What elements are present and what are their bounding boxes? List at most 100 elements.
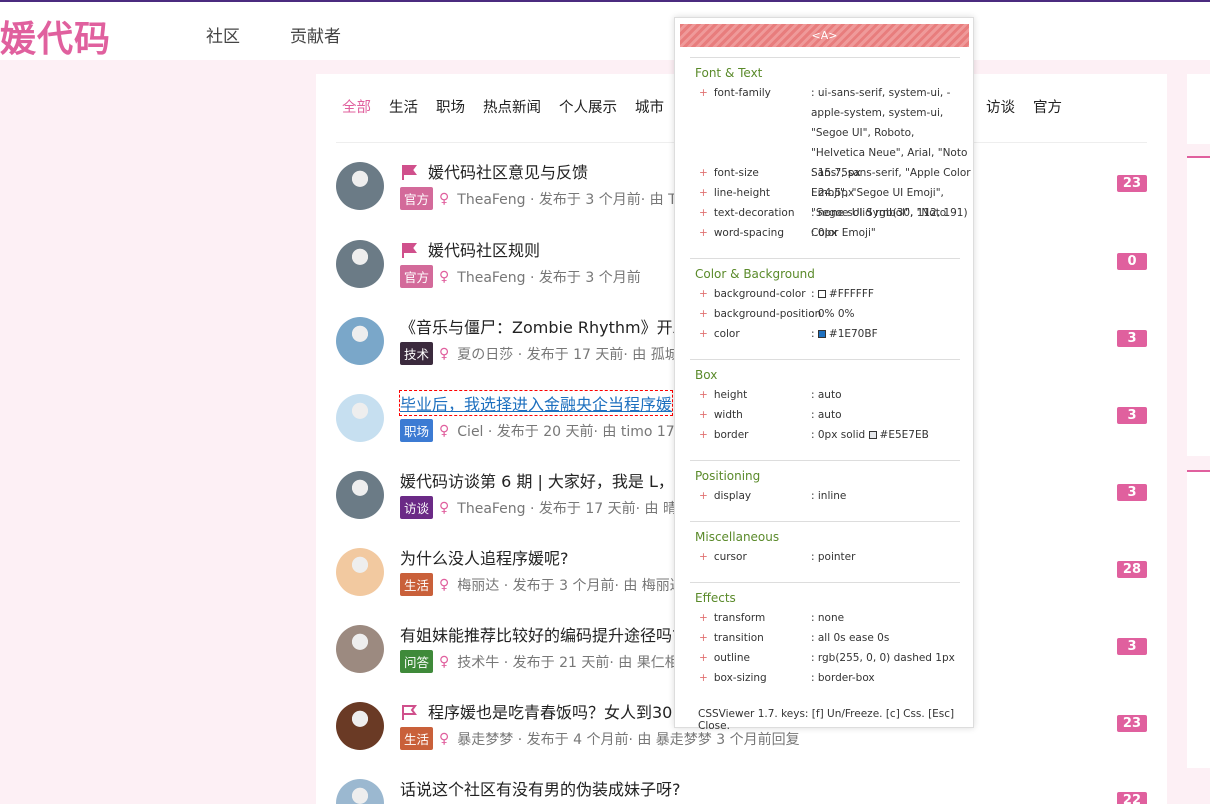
css-property-value: : 0px: [811, 227, 838, 239]
thread-meta-text: Ciel · 发布于 20 天前· 由 timo 17 天: [457, 423, 694, 440]
avatar[interactable]: [336, 548, 384, 596]
nav-community[interactable]: 社区: [206, 22, 240, 47]
css-property-name: display: [713, 490, 752, 502]
thread-title-text[interactable]: 为什么没人追程序媛呢?: [400, 549, 569, 568]
css-value-text: #E5E7EB: [879, 429, 929, 441]
nav-contributors[interactable]: 贡献者: [290, 22, 341, 47]
css-property-value: : all 0s ease 0s: [811, 632, 890, 644]
category-badge[interactable]: 访谈: [400, 496, 434, 519]
tab-career[interactable]: 职场: [436, 96, 465, 117]
thread-title-text[interactable]: 媛代码社区意见与反馈: [428, 163, 588, 182]
css-property-name: box-sizing: [713, 672, 767, 684]
section-title: Font & Text: [695, 66, 763, 80]
flag-icon: [402, 243, 417, 258]
css-property-value: : pointer: [811, 551, 856, 563]
css-property-value: : 0% 0%: [811, 308, 855, 320]
category-badge[interactable]: 职场: [400, 419, 434, 442]
avatar[interactable]: [336, 317, 384, 365]
category-badge[interactable]: 技术: [400, 342, 434, 365]
css-property-name: word-spacing: [713, 227, 784, 239]
css-property-value: : none solid rgb(30, 112, 191): [811, 207, 968, 219]
thread-meta-text: 梅丽达 · 发布于 3 个月前· 由 梅丽达: [457, 577, 684, 594]
tab-interview[interactable]: 访谈: [986, 96, 1015, 117]
right-sidebar-card: [1187, 470, 1210, 768]
thread-title[interactable]: 为什么没人追程序媛呢?: [400, 545, 569, 569]
plus-icon: +: [699, 612, 708, 624]
tab-life[interactable]: 生活: [389, 96, 418, 117]
thread-row[interactable]: 话说这个社区有没有男的伪装成妹子呀? 22: [336, 774, 1147, 804]
thread-title[interactable]: 毕业后，我选择进入金融央企当程序媛: [398, 390, 674, 416]
css-property-value: : 0px solid #E5E7EB: [811, 425, 971, 445]
thread-title-text[interactable]: 程序媛也是吃青春饭吗？女人到30岁: [428, 703, 688, 722]
section-divider: [690, 582, 960, 583]
tab-showcase[interactable]: 个人展示: [559, 96, 617, 117]
avatar[interactable]: [336, 240, 384, 288]
thread-title-text[interactable]: 媛代码社区规则: [428, 241, 540, 260]
reply-count-badge: 23: [1116, 715, 1147, 732]
css-property-row: + background-color: #FFFFFF: [699, 288, 969, 300]
tab-hot-news[interactable]: 热点新闻: [483, 96, 541, 117]
thread-title[interactable]: 媛代码社区意见与反馈: [400, 159, 588, 183]
avatar[interactable]: [336, 625, 384, 673]
thread-title-text[interactable]: 有姐妹能推荐比较好的编码提升途径吗?: [400, 626, 681, 645]
css-value-text: #1E70BF: [828, 328, 878, 340]
thread-title-text[interactable]: 《音乐与僵尸：Zombie Rhythm》开发札: [400, 318, 705, 337]
avatar[interactable]: [336, 471, 384, 519]
tab-all[interactable]: 全部: [342, 96, 371, 117]
css-property-value: : 24.5px: [811, 187, 855, 199]
css-property-name: transition: [713, 632, 764, 644]
thread-meta: 官方 ♀ TheaFeng · 发布于 3 个月前: [400, 265, 641, 288]
avatar[interactable]: [336, 702, 384, 750]
css-viewer-popup[interactable]: <A> CSSViewer 1.7. keys: [f] Un/Freeze. …: [674, 17, 974, 732]
thread-title[interactable]: 媛代码访谈第 6 期 | 大家好，我是 L，是: [400, 468, 690, 492]
category-badge[interactable]: 问答: [400, 650, 434, 673]
avatar[interactable]: [336, 162, 384, 210]
thread-meta: 访谈 ♀ TheaFeng · 发布于 17 天前· 由 晴子: [400, 496, 691, 519]
css-property-row: + outline: rgb(255, 0, 0) dashed 1px: [699, 652, 969, 664]
css-property-row: + display: inline: [699, 490, 969, 502]
css-property-name: color: [713, 328, 740, 340]
thread-title[interactable]: 媛代码社区规则: [400, 237, 540, 261]
css-property-row: + border: 0px solid #E5E7EB: [699, 429, 969, 441]
plus-icon: +: [699, 632, 708, 644]
section-title: Box: [695, 368, 718, 382]
css-value-text: : 0px solid: [811, 429, 869, 441]
thread-title[interactable]: 话说这个社区有没有男的伪装成妹子呀?: [400, 776, 681, 800]
female-icon: ♀: [439, 422, 450, 439]
css-property-name: font-size: [713, 167, 759, 179]
thread-title-text[interactable]: 毕业后，我选择进入金融央企当程序媛: [400, 395, 672, 414]
avatar[interactable]: [336, 779, 384, 804]
css-property-name: background-position: [713, 308, 822, 320]
tab-official[interactable]: 官方: [1033, 96, 1062, 117]
category-badge[interactable]: 官方: [400, 265, 434, 288]
css-property-row: + color: #1E70BF: [699, 328, 969, 340]
plus-icon: +: [699, 187, 708, 199]
css-property-value: : auto: [811, 389, 842, 401]
flag-icon: [402, 165, 417, 180]
css-viewer-header[interactable]: <A>: [680, 24, 969, 47]
thread-title-text[interactable]: 话说这个社区有没有男的伪装成妹子呀?: [400, 780, 681, 799]
reply-count-badge: 3: [1117, 484, 1147, 501]
css-property-name: border: [713, 429, 749, 441]
reply-count-badge: 23: [1116, 175, 1147, 192]
css-property-value: : border-box: [811, 672, 875, 684]
plus-icon: +: [699, 308, 708, 320]
thread-title[interactable]: 程序媛也是吃青春饭吗？女人到30岁: [400, 699, 688, 723]
thread-title-text[interactable]: 媛代码访谈第 6 期 | 大家好，我是 L，是: [400, 472, 690, 491]
category-badge[interactable]: 官方: [400, 187, 434, 210]
css-property-row: + width: auto: [699, 409, 969, 421]
css-property-name: width: [713, 409, 743, 421]
section-divider: [690, 359, 960, 360]
thread-title[interactable]: 《音乐与僵尸：Zombie Rhythm》开发札: [400, 314, 705, 338]
thread-title[interactable]: 有姐妹能推荐比较好的编码提升途径吗?: [400, 622, 681, 646]
female-icon: ♀: [439, 730, 450, 747]
avatar[interactable]: [336, 394, 384, 442]
site-logo[interactable]: 媛代码: [0, 10, 111, 62]
thread-meta-text: TheaFeng · 发布于 3 个月前· 由 Th: [457, 191, 686, 208]
css-property-name: text-decoration: [713, 207, 795, 219]
category-badge[interactable]: 生活: [400, 727, 434, 750]
css-property-row: + font-family: ui-sans-serif, system-ui, …: [699, 87, 971, 239]
category-badge[interactable]: 生活: [400, 573, 434, 596]
tab-city[interactable]: 城市: [635, 96, 664, 117]
css-property-value: : #1E70BF: [811, 324, 971, 344]
